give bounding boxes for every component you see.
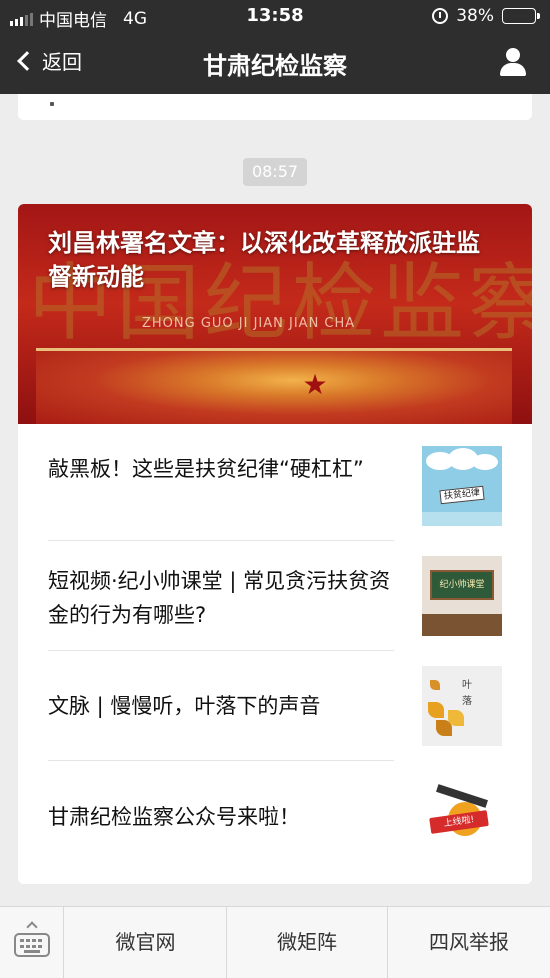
menu-item-wei-guan-wang[interactable]: 微官网	[65, 907, 227, 978]
article-item[interactable]: 敲黑板！这些是扶贫纪律“硬杠杠” 扶贫纪律	[18, 424, 532, 534]
battery-percent: 38%	[456, 6, 494, 26]
person-icon[interactable]	[498, 48, 528, 78]
battery-icon	[502, 8, 540, 24]
article-item[interactable]: 甘肃纪检监察公众号来啦！ 上线啦!	[18, 754, 532, 864]
article-title: 甘肃纪检监察公众号来啦！	[48, 805, 300, 829]
keyboard-icon	[14, 933, 50, 957]
bottom-menu: 微官网 微矩阵 四风举报	[0, 906, 550, 978]
message-timestamp: 08:57	[243, 158, 307, 186]
menu-item-wei-ju-zhen[interactable]: 微矩阵	[227, 907, 388, 978]
menu-item-si-feng-ju-bao[interactable]: 四风举报	[388, 907, 550, 978]
hero-article[interactable]: 中国纪检监察 ZHONG GUO JI JIAN JIAN CHA ★ 刘昌林署…	[18, 204, 532, 424]
article-thumbnail: 扶贫纪律	[422, 446, 502, 526]
keyboard-toggle[interactable]	[0, 907, 64, 978]
star-icon: ★	[302, 368, 328, 401]
status-right: 38%	[432, 6, 540, 26]
nav-bar: 返回 甘肃纪检监察	[0, 32, 550, 94]
article-item[interactable]: 文脉 | 慢慢听，叶落下的声音 叶落	[18, 644, 532, 754]
article-title: 敲黑板！这些是扶贫纪律“硬杠杠”	[48, 457, 364, 481]
page-title: 甘肃纪检监察	[203, 52, 347, 80]
article-thumbnail: 纪小帅课堂	[422, 556, 502, 636]
hero-flag-image	[36, 348, 512, 424]
thumbnail-text: 扶贫纪律	[439, 485, 485, 505]
chevron-up-icon	[26, 921, 38, 933]
article-item[interactable]: 短视频·纪小帅课堂 | 常见贪污扶贫资金的行为有哪些? 纪小帅课堂	[18, 534, 532, 644]
top-bar: 中国电信 4G 13:58 38% 返回 甘肃纪检监察	[0, 0, 550, 94]
message-card: 中国纪检监察 ZHONG GUO JI JIAN JIAN CHA ★ 刘昌林署…	[18, 204, 532, 884]
article-thumbnail: 叶落	[422, 666, 502, 746]
thumbnail-text: 叶落	[462, 680, 472, 707]
article-thumbnail: 上线啦!	[422, 776, 502, 856]
bullet-dot	[50, 102, 54, 106]
thumbnail-text: 纪小帅课堂	[430, 570, 494, 600]
previous-message-card	[18, 94, 532, 120]
article-title: 短视频·纪小帅课堂 | 常见贪污扶贫资金的行为有哪些?	[48, 569, 391, 627]
hero-pinyin: ZHONG GUO JI JIAN JIAN CHA	[142, 316, 356, 331]
hero-title: 刘昌林署名文章：以深化改革释放派驻监督新动能	[48, 229, 480, 291]
article-title: 文脉 | 慢慢听，叶落下的声音	[48, 694, 321, 718]
status-bar: 中国电信 4G 13:58 38%	[0, 0, 550, 32]
alarm-icon	[432, 8, 449, 24]
